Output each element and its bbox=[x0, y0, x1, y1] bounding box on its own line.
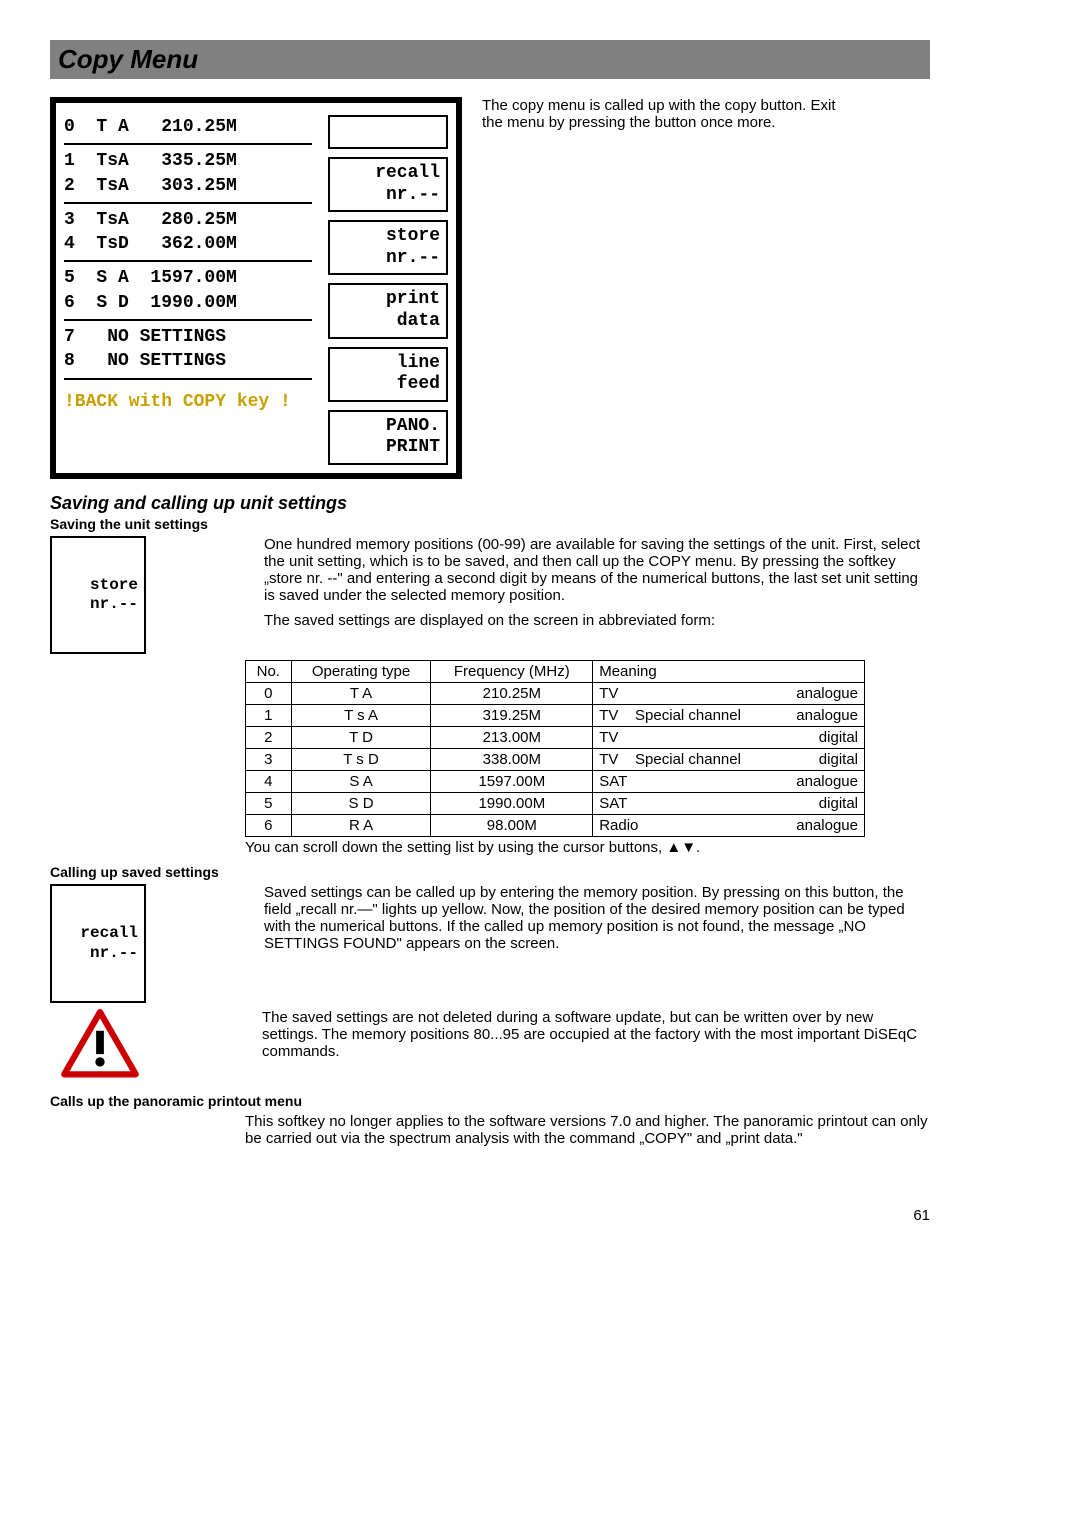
table-row: 6R A98.00MRadioanalogue bbox=[246, 815, 865, 837]
softkey-line-feed[interactable]: line feed bbox=[328, 347, 448, 402]
list-row: 3 TsA 280.25M bbox=[64, 208, 312, 232]
cell-op: S A bbox=[291, 771, 431, 793]
table-row: 4S A1597.00MSATanalogue bbox=[246, 771, 865, 793]
store-box: store nr.-- bbox=[50, 536, 146, 654]
list-row: 7 NO SETTINGS bbox=[64, 325, 312, 349]
table-header-row: No. Operating type Frequency (MHz) Meani… bbox=[246, 661, 865, 683]
warning-row: The saved settings are not deleted durin… bbox=[50, 1009, 930, 1079]
recall-body: Saved settings can be called up by enter… bbox=[264, 884, 930, 960]
table-row: 5S D1990.00MSATdigital bbox=[246, 793, 865, 815]
subheading-calling: Calling up saved settings bbox=[50, 864, 930, 880]
recall-box-text: recall nr.-- bbox=[58, 924, 138, 962]
divider bbox=[64, 260, 312, 262]
list-row: 5 S A 1597.00M bbox=[64, 266, 312, 290]
cell-op: T D bbox=[291, 727, 431, 749]
cell-freq: 98.00M bbox=[431, 815, 593, 837]
cell-op: T s D bbox=[291, 749, 431, 771]
subheading-pano: Calls up the panoramic printout menu bbox=[50, 1093, 930, 1109]
recall-paragraph-row: recall nr.-- Saved settings can be calle… bbox=[50, 884, 930, 1002]
cell-freq: 338.00M bbox=[431, 749, 593, 771]
cell-freq: 319.25M bbox=[431, 705, 593, 727]
cell-no: 0 bbox=[246, 683, 292, 705]
cell-no: 3 bbox=[246, 749, 292, 771]
cell-op: S D bbox=[291, 793, 431, 815]
warning-p: The saved settings are not deleted durin… bbox=[262, 1009, 930, 1060]
list-row: 2 TsA 303.25M bbox=[64, 174, 312, 198]
store-p1: One hundred memory positions (00-99) are… bbox=[264, 536, 930, 604]
list-row: 0 T A 210.25M bbox=[64, 115, 312, 139]
list-row: 4 TsD 362.00M bbox=[64, 232, 312, 256]
th-meaning: Meaning bbox=[593, 661, 865, 683]
cell-no: 5 bbox=[246, 793, 292, 815]
device-screen: 0 T A 210.25M 1 TsA 335.25M 2 TsA 303.25… bbox=[50, 97, 462, 479]
cell-no: 1 bbox=[246, 705, 292, 727]
store-body: One hundred memory positions (00-99) are… bbox=[264, 536, 930, 637]
subheading-saving: Saving the unit settings bbox=[50, 516, 930, 532]
top-row: 0 T A 210.25M 1 TsA 335.25M 2 TsA 303.25… bbox=[50, 97, 930, 479]
cell-freq: 210.25M bbox=[431, 683, 593, 705]
cell-meaning: SATanalogue bbox=[593, 771, 865, 793]
recall-p1: Saved settings can be called up by enter… bbox=[264, 884, 930, 952]
warning-icon bbox=[60, 1009, 140, 1079]
th-op: Operating type bbox=[291, 661, 431, 683]
store-p2: The saved settings are displayed on the … bbox=[264, 612, 930, 629]
th-no: No. bbox=[246, 661, 292, 683]
cell-no: 4 bbox=[246, 771, 292, 793]
table-row: 3T s D338.00MTV Special channeldigital bbox=[246, 749, 865, 771]
list-row: 1 TsA 335.25M bbox=[64, 149, 312, 173]
list-row: 8 NO SETTINGS bbox=[64, 349, 312, 373]
pano-p1: This softkey no longer applies to the so… bbox=[245, 1113, 930, 1147]
cell-meaning: TVdigital bbox=[593, 727, 865, 749]
scroll-note: You can scroll down the setting list by … bbox=[245, 839, 930, 856]
warning-body: The saved settings are not deleted durin… bbox=[262, 1009, 930, 1068]
cell-no: 2 bbox=[246, 727, 292, 749]
cell-meaning: TV Special channeldigital bbox=[593, 749, 865, 771]
back-hint: !BACK with COPY key ! bbox=[64, 390, 312, 414]
softkey-pano-print[interactable]: PANO. PRINT bbox=[328, 410, 448, 465]
softkey-print[interactable]: print data bbox=[328, 283, 448, 338]
settings-table: No. Operating type Frequency (MHz) Meani… bbox=[245, 660, 865, 837]
cell-op: R A bbox=[291, 815, 431, 837]
cell-freq: 213.00M bbox=[431, 727, 593, 749]
cell-meaning: SATdigital bbox=[593, 793, 865, 815]
cell-op: T s A bbox=[291, 705, 431, 727]
cell-freq: 1597.00M bbox=[431, 771, 593, 793]
cell-no: 6 bbox=[246, 815, 292, 837]
list-row: 6 S D 1990.00M bbox=[64, 291, 312, 315]
divider bbox=[64, 378, 312, 380]
table-row: 0T A210.25MTVanalogue bbox=[246, 683, 865, 705]
store-paragraph-row: store nr.-- One hundred memory positions… bbox=[50, 536, 930, 654]
softkey-recall[interactable]: recall nr.-- bbox=[328, 157, 448, 212]
cell-op: T A bbox=[291, 683, 431, 705]
cell-meaning: TV Special channelanalogue bbox=[593, 705, 865, 727]
page-number: 61 bbox=[50, 1207, 930, 1224]
softkey-blank bbox=[328, 115, 448, 149]
table-row: 2T D213.00MTVdigital bbox=[246, 727, 865, 749]
section-heading: Saving and calling up unit settings bbox=[50, 493, 930, 514]
softkey-store[interactable]: store nr.-- bbox=[328, 220, 448, 275]
cell-freq: 1990.00M bbox=[431, 793, 593, 815]
page-title: Copy Menu bbox=[58, 44, 922, 75]
divider bbox=[64, 319, 312, 321]
recall-box: recall nr.-- bbox=[50, 884, 146, 1002]
side-note: The copy menu is called up with the copy… bbox=[482, 97, 842, 131]
table-row: 1T s A319.25MTV Special channelanalogue bbox=[246, 705, 865, 727]
divider bbox=[64, 202, 312, 204]
softkey-column: recall nr.-- store nr.-- print data line… bbox=[320, 103, 456, 473]
store-box-text: store nr.-- bbox=[58, 576, 138, 614]
screen-list: 0 T A 210.25M 1 TsA 335.25M 2 TsA 303.25… bbox=[56, 103, 320, 473]
title-bar: Copy Menu bbox=[50, 40, 930, 79]
cell-meaning: TVanalogue bbox=[593, 683, 865, 705]
pano-body: This softkey no longer applies to the so… bbox=[245, 1113, 930, 1147]
cell-meaning: Radioanalogue bbox=[593, 815, 865, 837]
th-freq: Frequency (MHz) bbox=[431, 661, 593, 683]
divider bbox=[64, 143, 312, 145]
